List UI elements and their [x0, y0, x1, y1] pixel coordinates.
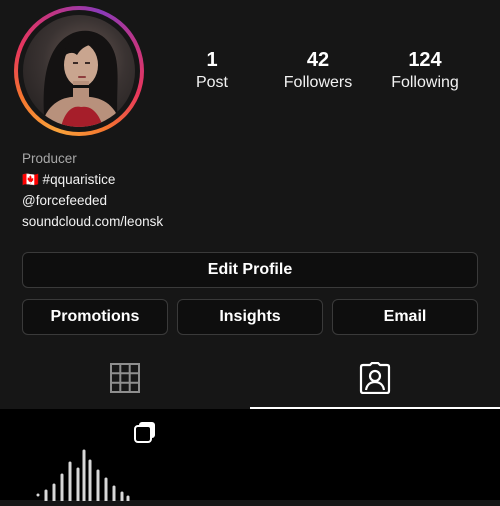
following-count-label: Following	[391, 74, 459, 91]
posts-count[interactable]: 1 Post	[157, 48, 267, 94]
multiple-posts-icon	[134, 421, 156, 448]
following-count-value: 124	[408, 49, 442, 71]
tab-posts-grid[interactable]	[0, 352, 250, 408]
sound-wave-icon	[36, 445, 130, 506]
post-thumbnail[interactable]	[0, 409, 164, 503]
email-button[interactable]: Email	[332, 299, 478, 335]
bio-link[interactable]: soundcloud.com/leonsk	[22, 213, 163, 231]
profile-avatar[interactable]	[14, 6, 144, 136]
followers-count[interactable]: 42 Followers	[263, 48, 373, 94]
following-count[interactable]: 124 Following	[370, 48, 480, 94]
grid-icon	[110, 362, 140, 398]
posts-count-value: 1	[206, 49, 218, 71]
tagged-icon	[359, 361, 391, 399]
tab-tagged[interactable]	[250, 352, 500, 408]
followers-count-label: Followers	[283, 74, 353, 91]
bio-line-hashtag[interactable]: 🇨🇦 #qquaristice	[22, 171, 115, 189]
edit-profile-button[interactable]: Edit Profile	[22, 252, 478, 288]
bio-line-mention[interactable]: @forcefeeded	[22, 192, 107, 210]
profile-category: Producer	[22, 151, 77, 166]
avatar-photo	[23, 15, 135, 127]
posts-count-label: Post	[195, 74, 228, 91]
insights-button[interactable]: Insights	[177, 299, 323, 335]
followers-count-value: 42	[306, 49, 330, 71]
promotions-button[interactable]: Promotions	[22, 299, 168, 335]
